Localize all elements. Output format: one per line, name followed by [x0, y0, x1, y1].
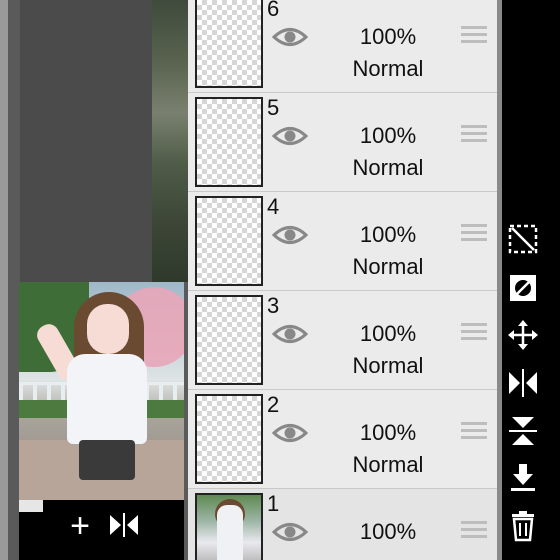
- layer-blend-mode[interactable]: Normal: [334, 155, 442, 181]
- eye-icon[interactable]: [271, 519, 309, 545]
- layer-blend-mode[interactable]: Normal: [334, 254, 442, 280]
- preview-character-face: [87, 304, 129, 354]
- drag-handle-icon[interactable]: [461, 323, 487, 345]
- layer-blend-mode[interactable]: Normal: [334, 56, 442, 82]
- drag-handle-icon[interactable]: [461, 422, 487, 444]
- preview-character-shorts: [79, 440, 135, 480]
- layer-number: 3: [267, 293, 280, 318]
- layer-number: 5: [267, 95, 280, 120]
- layer-row[interactable]: 3 100% Normal: [188, 291, 497, 390]
- tool-partial-icon[interactable]: [19, 506, 43, 512]
- layer-blend-mode[interactable]: Normal: [334, 353, 442, 379]
- canvas-scene-strip: [152, 0, 188, 282]
- layer-number: 2: [267, 392, 280, 417]
- layer-tools-bar: +: [19, 500, 184, 560]
- flip-horizontal-icon[interactable]: [107, 512, 141, 538]
- clear-selection-icon[interactable]: [506, 222, 540, 256]
- layer-thumbnail[interactable]: [195, 295, 263, 385]
- eye-icon[interactable]: [271, 123, 309, 149]
- drag-handle-icon[interactable]: [461, 521, 487, 543]
- layer-opacity[interactable]: 100%: [348, 123, 428, 149]
- drag-handle-icon[interactable]: [461, 26, 487, 48]
- thumbnail-character: [217, 505, 243, 560]
- eye-icon[interactable]: [271, 24, 309, 50]
- layer-opacity[interactable]: 100%: [348, 519, 428, 545]
- layer-thumbnail[interactable]: [195, 97, 263, 187]
- layer-thumbnail[interactable]: [195, 493, 263, 560]
- trash-icon[interactable]: [506, 509, 540, 543]
- layer-thumbnail[interactable]: [195, 394, 263, 484]
- canvas-preview[interactable]: [19, 282, 184, 500]
- layer-number: 4: [267, 194, 280, 219]
- layer-thumbnail[interactable]: [195, 0, 263, 88]
- preview-character-shirt: [67, 354, 147, 444]
- eye-icon[interactable]: [271, 321, 309, 347]
- layer-blend-mode[interactable]: Normal: [334, 452, 442, 478]
- merge-down-icon[interactable]: [506, 461, 540, 495]
- drag-handle-icon[interactable]: [461, 224, 487, 246]
- layer-row[interactable]: 5 100% Normal: [188, 93, 497, 192]
- layer-number: 6: [267, 0, 280, 21]
- layer-thumbnail[interactable]: [195, 196, 263, 286]
- layer-opacity[interactable]: 100%: [348, 420, 428, 446]
- drag-handle-icon[interactable]: [461, 125, 487, 147]
- layer-actions-toolbar: [502, 0, 560, 560]
- lock-transparency-icon[interactable]: [506, 271, 540, 305]
- layer-opacity[interactable]: 100%: [348, 24, 428, 50]
- eye-icon[interactable]: [271, 420, 309, 446]
- layer-number: 1: [267, 491, 280, 516]
- layer-list[interactable]: 6 100% Normal 5 100% Normal 4 100% Norma…: [188, 0, 497, 560]
- layer-row[interactable]: 1 100%: [188, 489, 497, 560]
- move-icon[interactable]: [506, 318, 540, 352]
- layer-row[interactable]: 2 100% Normal: [188, 390, 497, 489]
- layer-opacity[interactable]: 100%: [348, 321, 428, 347]
- plus-icon[interactable]: +: [65, 509, 95, 543]
- layer-row[interactable]: 6 100% Normal: [188, 0, 497, 93]
- eye-icon[interactable]: [271, 222, 309, 248]
- canvas-frame: [0, 0, 8, 560]
- layer-opacity[interactable]: 100%: [348, 222, 428, 248]
- canvas-dark-pane: [20, 0, 160, 282]
- flip-vertical-icon[interactable]: [506, 414, 540, 448]
- flip-horizontal-icon[interactable]: [506, 366, 540, 400]
- layer-row[interactable]: 4 100% Normal: [188, 192, 497, 291]
